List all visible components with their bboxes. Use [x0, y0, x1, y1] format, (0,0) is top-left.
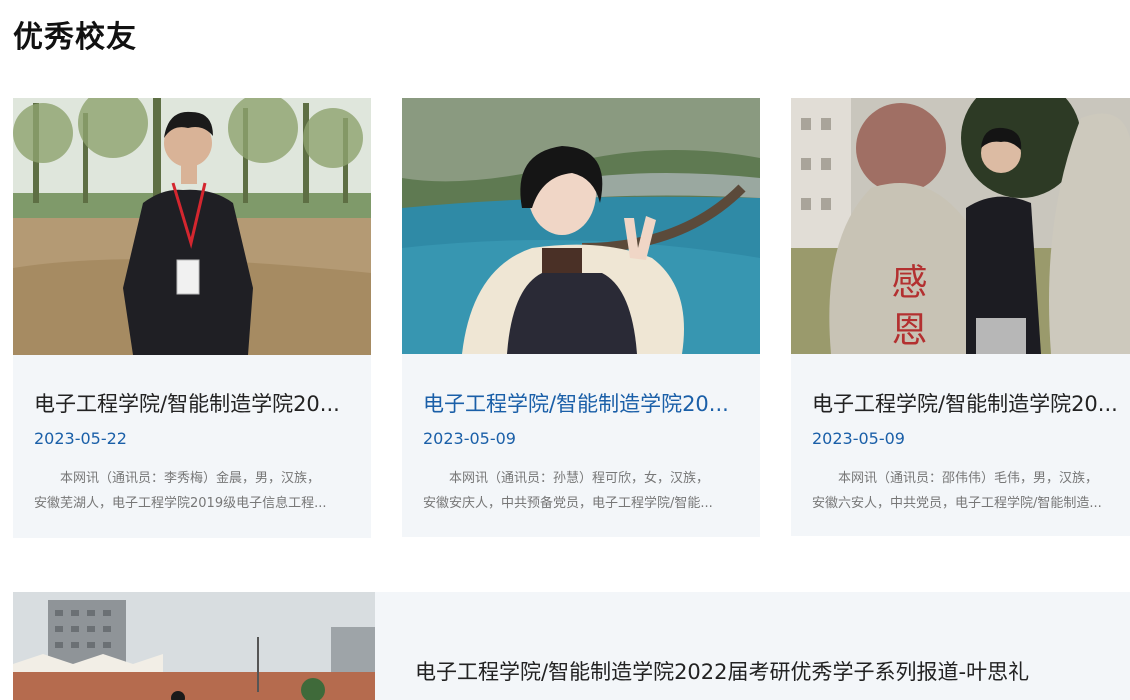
- summary-line: 本网讯（通讯员：邵伟伟）毛伟，男，汉族，: [838, 471, 1099, 486]
- alumni-card-summary: 本网讯（通讯员：李秀梅）金晨，男，汉族， 安徽芜湖人，电子工程学院2019级电子…: [34, 466, 354, 516]
- alumni-card-date: 2023-05-09: [812, 429, 905, 448]
- summary-line: 本网讯（通讯员：孙慧）程可欣，女，汉族，: [449, 471, 710, 486]
- alumni-card-summary: 本网讯（通讯员：孙慧）程可欣，女，汉族， 安徽安庆人，中共预备党员，电子工程学院…: [423, 466, 743, 516]
- featured-alumni-photo[interactable]: [13, 592, 375, 700]
- alumni-photo[interactable]: 感 恩: [791, 98, 1130, 354]
- alumni-card-date: 2023-05-09: [423, 429, 516, 448]
- alumni-photo[interactable]: [13, 98, 371, 355]
- stone-engraving: 感 恩: [886, 263, 927, 347]
- featured-alumni-title[interactable]: 电子工程学院/智能制造学院2022届考研优秀学子系列报道-叶思礼: [415, 656, 1029, 686]
- alumni-card-title[interactable]: 电子工程学院/智能制造学院20...: [423, 388, 743, 418]
- alumni-card-date: 2023-05-22: [34, 429, 127, 448]
- alumni-card-title[interactable]: 电子工程学院/智能制造学院20...: [34, 388, 354, 418]
- alumni-card[interactable]: 感 恩 电子工程学院/智能制造学院20... 2023-05-09 本网讯（通讯…: [791, 98, 1130, 536]
- alumni-card[interactable]: 电子工程学院/智能制造学院20... 2023-05-09 本网讯（通讯员：孙慧…: [402, 98, 760, 537]
- alumni-card[interactable]: 电子工程学院/智能制造学院20... 2023-05-22 本网讯（通讯员：李秀…: [13, 98, 371, 538]
- alumni-card-summary: 本网讯（通讯员：邵伟伟）毛伟，男，汉族， 安徽六安人，中共党员，电子工程学院/智…: [812, 466, 1122, 516]
- summary-line: 安徽安庆人，中共预备党员，电子工程学院/智能...: [423, 496, 713, 511]
- summary-line: 安徽六安人，中共党员，电子工程学院/智能制造...: [812, 496, 1102, 511]
- summary-line: 本网讯（通讯员：李秀梅）金晨，男，汉族，: [60, 471, 321, 486]
- section-title: 优秀校友: [13, 20, 137, 55]
- alumni-photo[interactable]: [402, 98, 760, 354]
- featured-alumni-card[interactable]: 电子工程学院/智能制造学院2022届考研优秀学子系列报道-叶思礼: [13, 592, 1130, 700]
- alumni-card-title[interactable]: 电子工程学院/智能制造学院20...: [812, 388, 1122, 418]
- summary-line: 安徽芜湖人，电子工程学院2019级电子信息工程...: [34, 496, 327, 511]
